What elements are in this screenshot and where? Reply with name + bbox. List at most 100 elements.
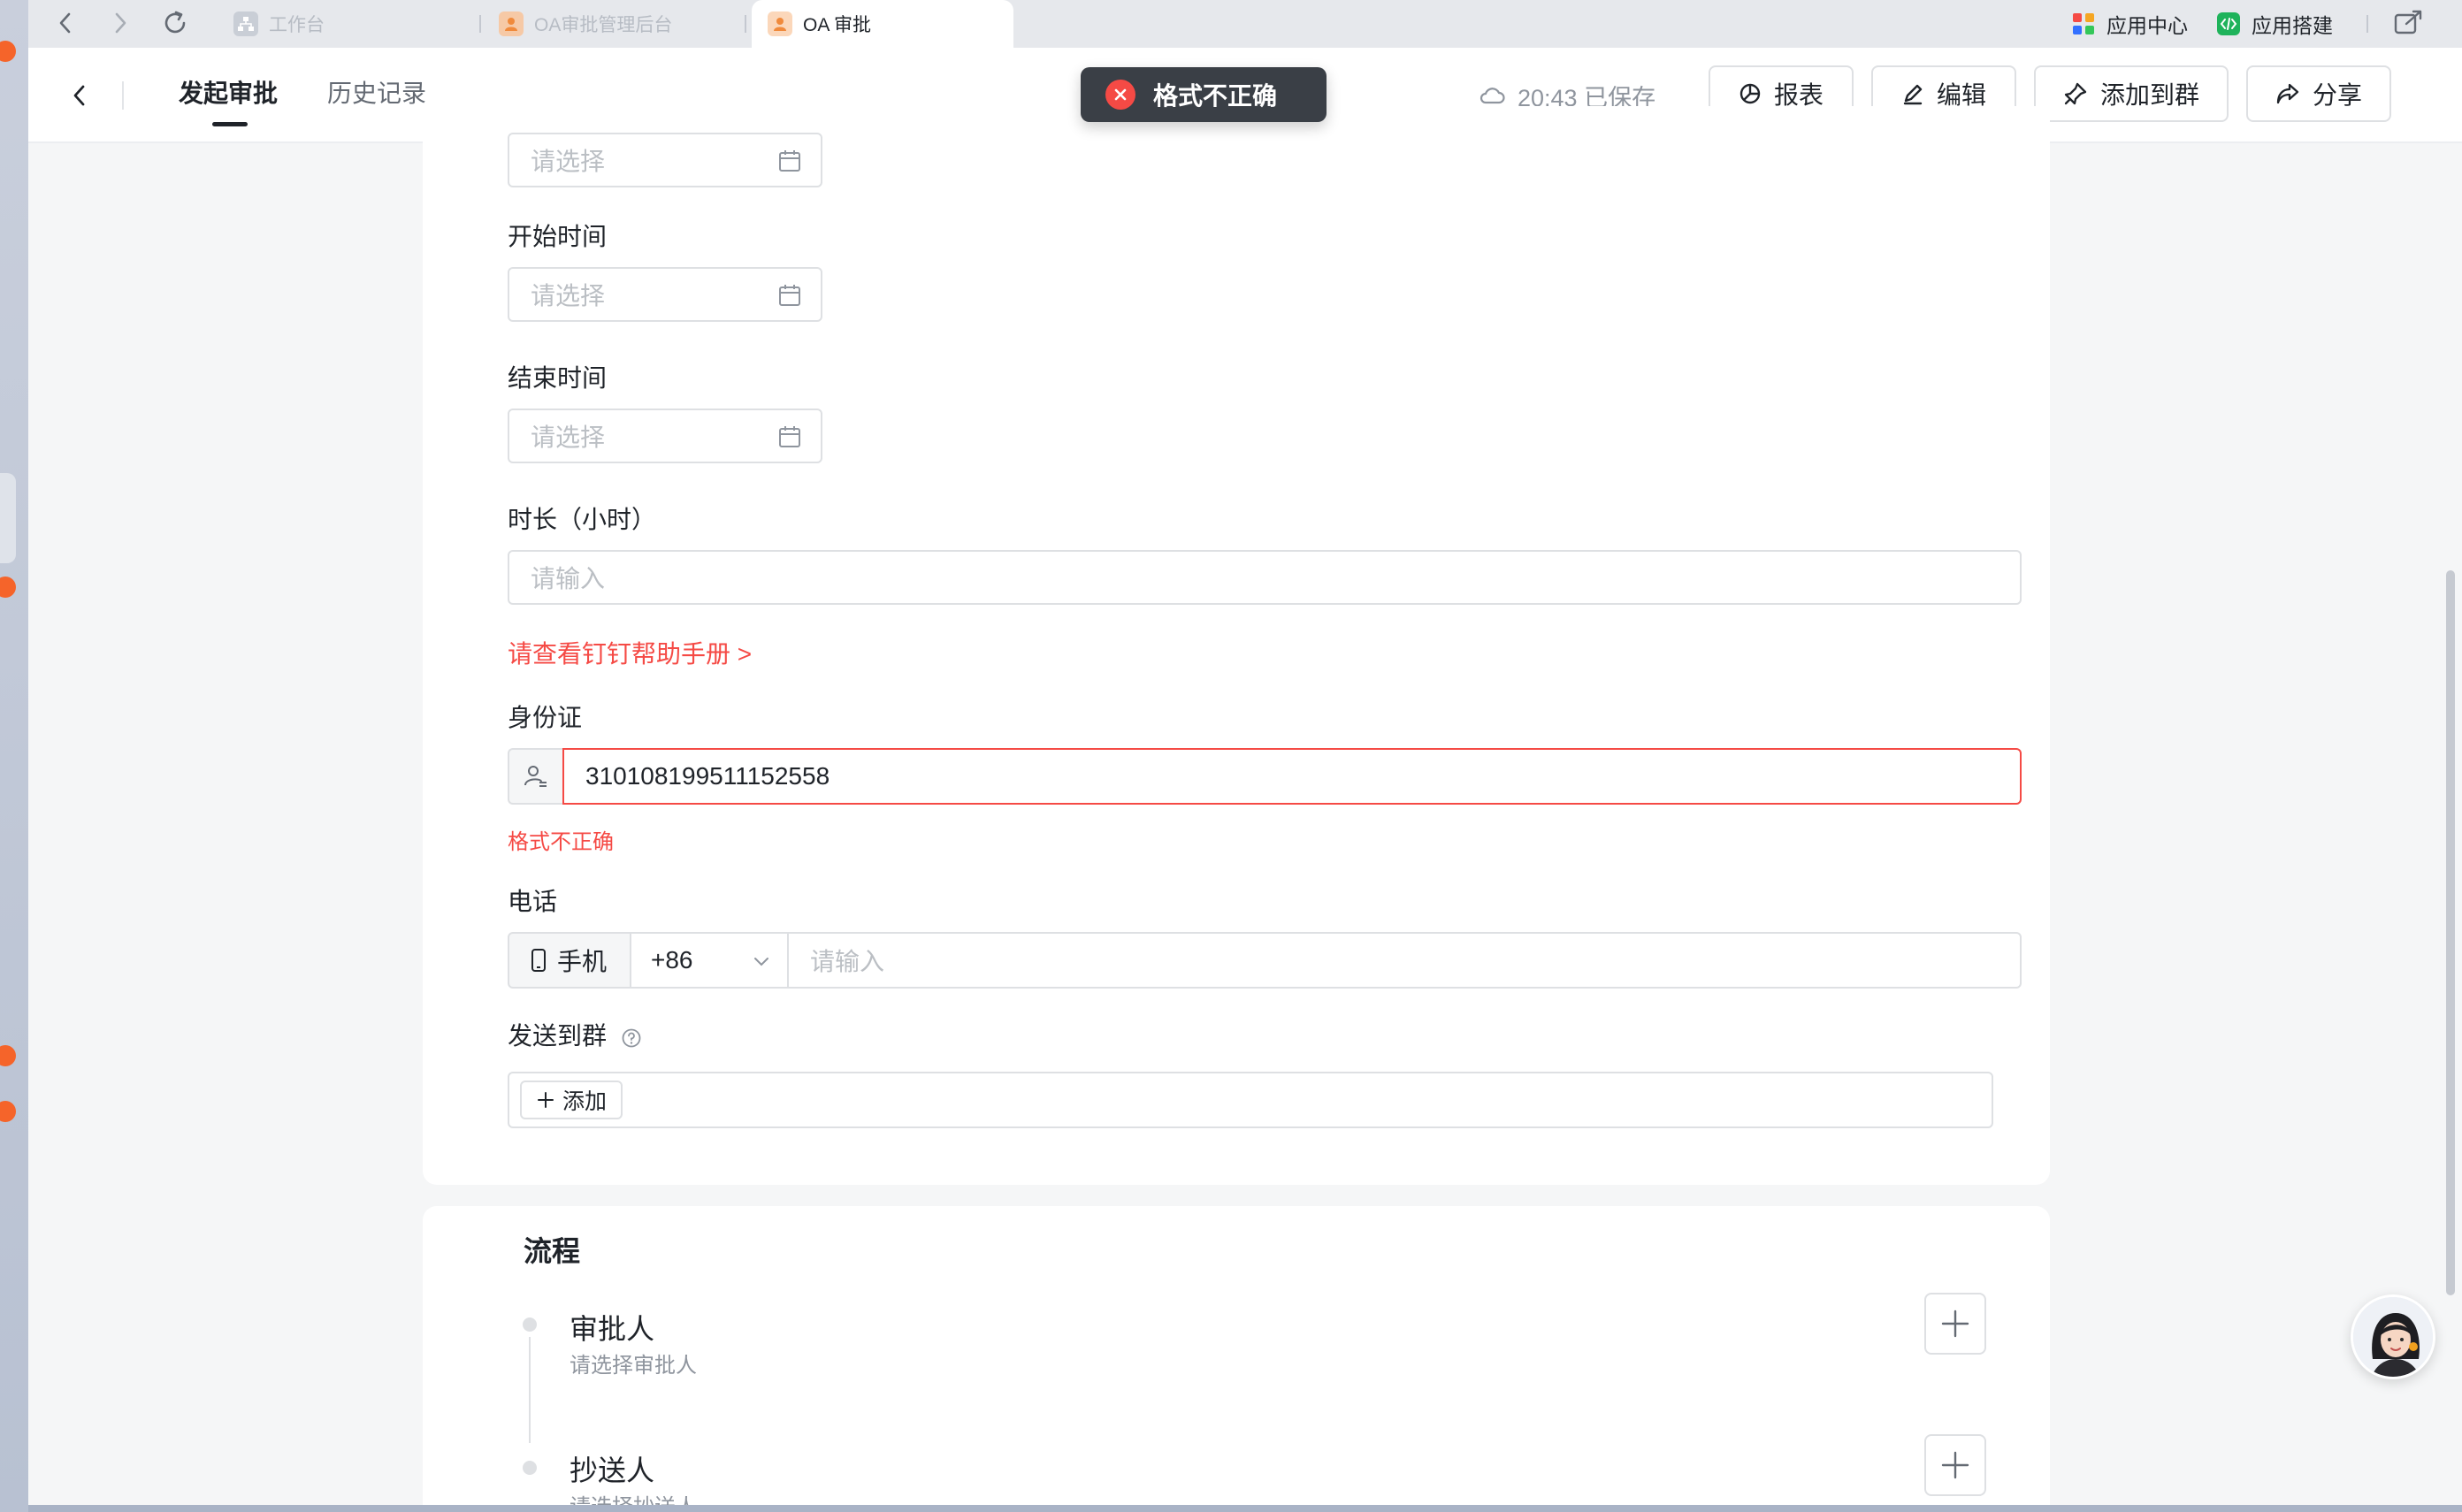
tab-oa-approval[interactable]: OA 审批	[752, 0, 1013, 48]
tab-bar: 工作台 OA审批管理后台 OA 审批 应用中心 应用搭建	[28, 0, 2462, 48]
add-to-group-label: 添加到群	[2099, 81, 2199, 109]
tab-start-approval[interactable]: 发起审批	[179, 74, 278, 110]
plus-icon	[1941, 1451, 1969, 1479]
help-manual-link[interactable]: 请查看钉钉帮助手册 >	[508, 635, 752, 670]
pencil-icon	[1903, 84, 1923, 105]
cc-title: 抄送人	[570, 1455, 655, 1486]
question-circle-icon[interactable]	[621, 1027, 642, 1049]
add-approver-button[interactable]	[1924, 1293, 1986, 1355]
active-tab-indicator	[212, 122, 248, 126]
person-avatar-icon	[2353, 1297, 2433, 1377]
user-card-icon	[524, 766, 547, 787]
notification-badge	[0, 1101, 16, 1122]
sidebar-drag-handle[interactable]	[0, 473, 16, 563]
org-chart-icon	[233, 11, 258, 36]
end-time-label: 结束时间	[508, 364, 608, 392]
approver-title: 审批人	[570, 1313, 655, 1345]
app-center-link[interactable]: 应用中心	[2071, 0, 2188, 48]
approver-subtitle: 请选择审批人	[570, 1354, 697, 1378]
left-window-edge	[0, 0, 28, 1512]
page-scrollbar[interactable]	[2446, 570, 2455, 1295]
chevron-left-icon	[59, 12, 71, 34]
phone-type-label: 手机	[557, 948, 608, 975]
toolbar-separator	[2366, 15, 2368, 33]
id-card-error: 格式不正确	[508, 830, 614, 854]
notification-badge	[0, 577, 16, 598]
user-approval-icon	[499, 11, 524, 36]
tab-label: OA 审批	[803, 15, 872, 35]
start-time-placeholder: 请选择	[531, 282, 606, 309]
browser-forward-button[interactable]	[103, 5, 138, 41]
code-builder-icon	[2217, 12, 2240, 35]
end-time-placeholder: 请选择	[531, 424, 606, 451]
send-to-group-text: 发送到群	[508, 1022, 608, 1050]
toast-message: 格式不正确	[1153, 82, 1278, 110]
add-cc-button[interactable]	[1924, 1434, 1986, 1496]
open-external-icon	[2394, 10, 2422, 34]
mobile-phone-icon	[531, 949, 546, 972]
id-card-input[interactable]: 310108199511152558	[562, 748, 2022, 805]
id-card-prefix	[508, 748, 562, 805]
chevron-down-icon	[754, 958, 768, 966]
app-builder-link[interactable]: 应用搭建	[2216, 0, 2333, 48]
user-approval-icon	[768, 11, 792, 36]
pie-chart-icon	[1739, 83, 1761, 104]
app-builder-label: 应用搭建	[2252, 14, 2333, 37]
tab-oa-admin[interactable]: OA审批管理后台	[499, 0, 764, 48]
duration-label: 时长（小时）	[508, 506, 657, 533]
tab-separator	[745, 15, 746, 33]
step-dot	[523, 1461, 537, 1475]
phone-type-selector[interactable]: 手机	[508, 932, 631, 989]
notification-badge	[0, 41, 16, 62]
refresh-icon	[164, 11, 186, 34]
share-label: 分享	[2312, 81, 2362, 109]
notification-badge	[0, 1045, 16, 1066]
start-time-label: 开始时间	[508, 223, 608, 250]
country-code-value: +86	[651, 946, 693, 974]
tab-label: 工作台	[269, 15, 325, 35]
id-card-label: 身份证	[508, 704, 583, 731]
add-group-button[interactable]: 添加	[520, 1081, 623, 1119]
browser-back-button[interactable]	[48, 5, 83, 41]
add-to-group-button[interactable]: 添加到群	[2034, 65, 2229, 122]
calendar-icon	[779, 285, 800, 306]
plus-icon	[1941, 1310, 1969, 1338]
date-picker-input[interactable]: 请选择	[508, 133, 822, 187]
app-center-label: 应用中心	[2106, 14, 2188, 37]
duration-input[interactable]: 请输入	[508, 550, 2022, 605]
error-toast: 格式不正确	[1081, 67, 1327, 122]
calendar-icon	[779, 426, 800, 447]
tab-separator	[479, 15, 481, 33]
chevron-left-icon	[73, 85, 85, 106]
end-time-input[interactable]: 请选择	[508, 409, 822, 463]
phone-label: 电话	[508, 888, 558, 915]
error-x-icon	[1105, 80, 1135, 110]
tab-history[interactable]: 历史记录	[327, 74, 426, 110]
open-external-button[interactable]	[2391, 5, 2427, 41]
app-window: 工作台 OA审批管理后台 OA 审批 应用中心 应用搭建 发起审批 历史记录 2…	[28, 0, 2462, 1505]
plus-icon	[538, 1092, 554, 1108]
duration-placeholder: 请输入	[531, 565, 606, 592]
flow-title: 流程	[524, 1235, 581, 1267]
share-icon	[2276, 83, 2299, 104]
date-placeholder: 请选择	[531, 148, 606, 175]
assistant-avatar[interactable]	[2351, 1294, 2435, 1379]
share-button[interactable]: 分享	[2246, 65, 2391, 122]
phone-number-input[interactable]: 请输入	[787, 932, 2022, 989]
app-grid-icon	[2073, 13, 2094, 34]
cloud-icon	[1479, 88, 1505, 104]
calendar-icon	[779, 150, 800, 172]
pin-icon	[2064, 82, 2087, 105]
browser-refresh-button[interactable]	[157, 5, 193, 41]
header-divider	[122, 81, 124, 110]
step-connector	[529, 1337, 531, 1443]
tab-workbench[interactable]: 工作台	[233, 0, 499, 48]
group-select-box: 添加	[508, 1072, 1993, 1128]
back-button[interactable]	[60, 76, 99, 115]
start-time-input[interactable]: 请选择	[508, 267, 822, 322]
step-dot	[523, 1317, 537, 1332]
chevron-right-icon	[115, 12, 126, 34]
phone-placeholder: 请输入	[810, 948, 885, 975]
country-code-select[interactable]: +86	[631, 932, 789, 989]
cc-subtitle: 请选择抄送人	[570, 1489, 697, 1505]
